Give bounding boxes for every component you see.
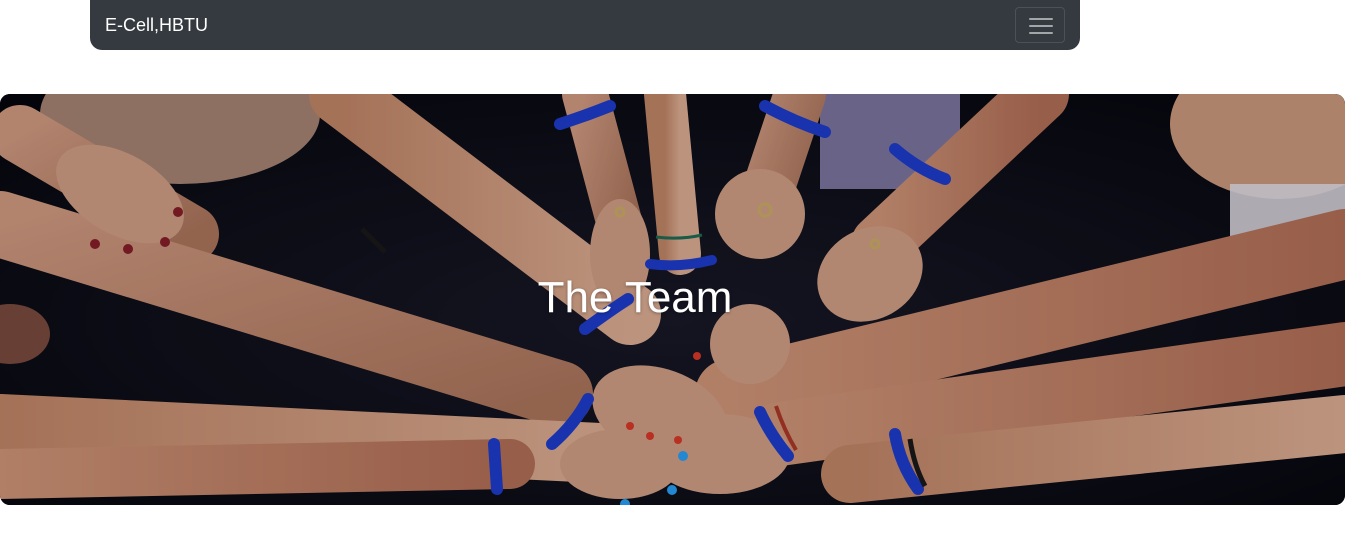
hero-banner: The Team bbox=[0, 94, 1345, 505]
hero-title: The Team bbox=[537, 273, 733, 322]
navbar-brand[interactable]: E-Cell,HBTU bbox=[105, 14, 208, 36]
hamburger-menu-icon bbox=[1029, 17, 1053, 35]
navbar: E-Cell,HBTU bbox=[90, 0, 1080, 50]
navbar-toggler-button[interactable] bbox=[1015, 7, 1065, 43]
